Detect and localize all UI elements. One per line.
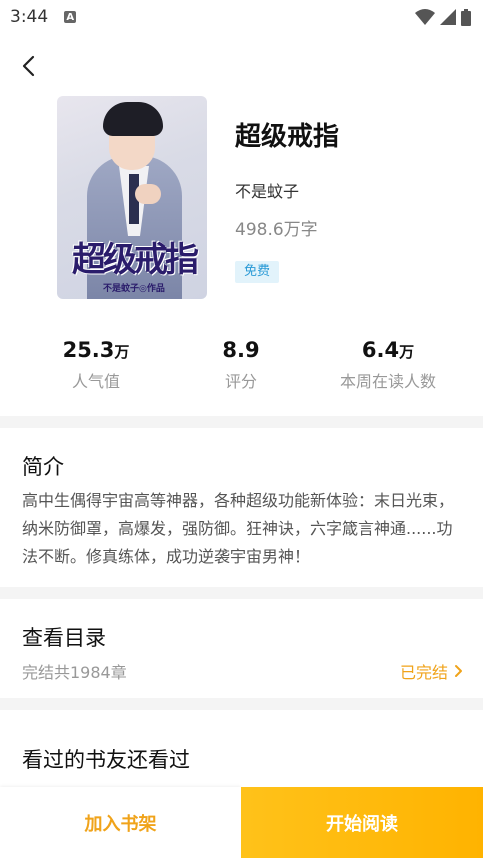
also-read-title: 看过的书友还看过 [22,748,190,772]
cover-author: 不是蚊子◎作品 [103,284,165,294]
cover-title: 超级戒指 [72,240,199,280]
bottom-action-bar: 加入书架 开始阅读 [0,787,483,858]
stat-value: 6.4 [361,338,400,362]
notification-icon: A [64,11,77,23]
signal-icon [440,9,456,25]
wifi-icon [415,9,435,25]
book-cover[interactable]: 超级戒指 不是蚊子◎作品 [57,96,207,299]
book-title: 超级戒指 [235,122,340,152]
back-button[interactable] [14,52,42,80]
stats-row: 25.3万 人气值 8.9 评分 6.4万 本周在读人数 [0,338,483,398]
intro-text[interactable]: 高中生偶得宇宙高等神器，各种超级功能新体验：末日光束，纳米防御罩，高爆发，强防御… [22,487,467,571]
chevron-right-icon [455,665,462,677]
section-divider [0,698,483,710]
stat-value: 8.9 [222,338,260,362]
stat-value: 25.3 [62,338,115,362]
toc-title: 查看目录 [22,626,106,650]
stat-label: 评分 [224,372,257,391]
stat-unit: 万 [399,343,415,361]
stat-unit: 万 [114,343,130,361]
toc-chapter-count: 完结共1984章 [22,663,127,682]
free-badge: 免费 [235,261,280,283]
section-divider [0,416,483,428]
intro-title: 简介 [22,455,64,479]
toc-status: 已完结 [400,659,463,683]
stat-weekly-readers: 6.4万 本周在读人数 [308,338,468,392]
word-count: 498.6万字 [235,220,318,240]
status-time: 3:44 [10,7,49,27]
stat-popularity: 25.3万 人气值 [16,338,176,392]
chevron-left-icon [22,55,35,77]
stat-label: 人气值 [71,372,120,391]
start-reading-button[interactable]: 开始阅读 [241,787,483,858]
stat-rating: 8.9 评分 [161,338,321,392]
status-bar: 3:44 A [0,0,483,34]
toc-status-label: 已完结 [399,663,448,682]
battery-icon [461,8,471,26]
stat-label: 本周在读人数 [339,372,436,391]
add-to-shelf-button[interactable]: 加入书架 [0,787,241,858]
toc-row[interactable]: 查看目录 完结共1984章 已完结 [0,600,483,698]
section-divider [0,587,483,599]
book-author[interactable]: 不是蚊子 [235,178,299,202]
